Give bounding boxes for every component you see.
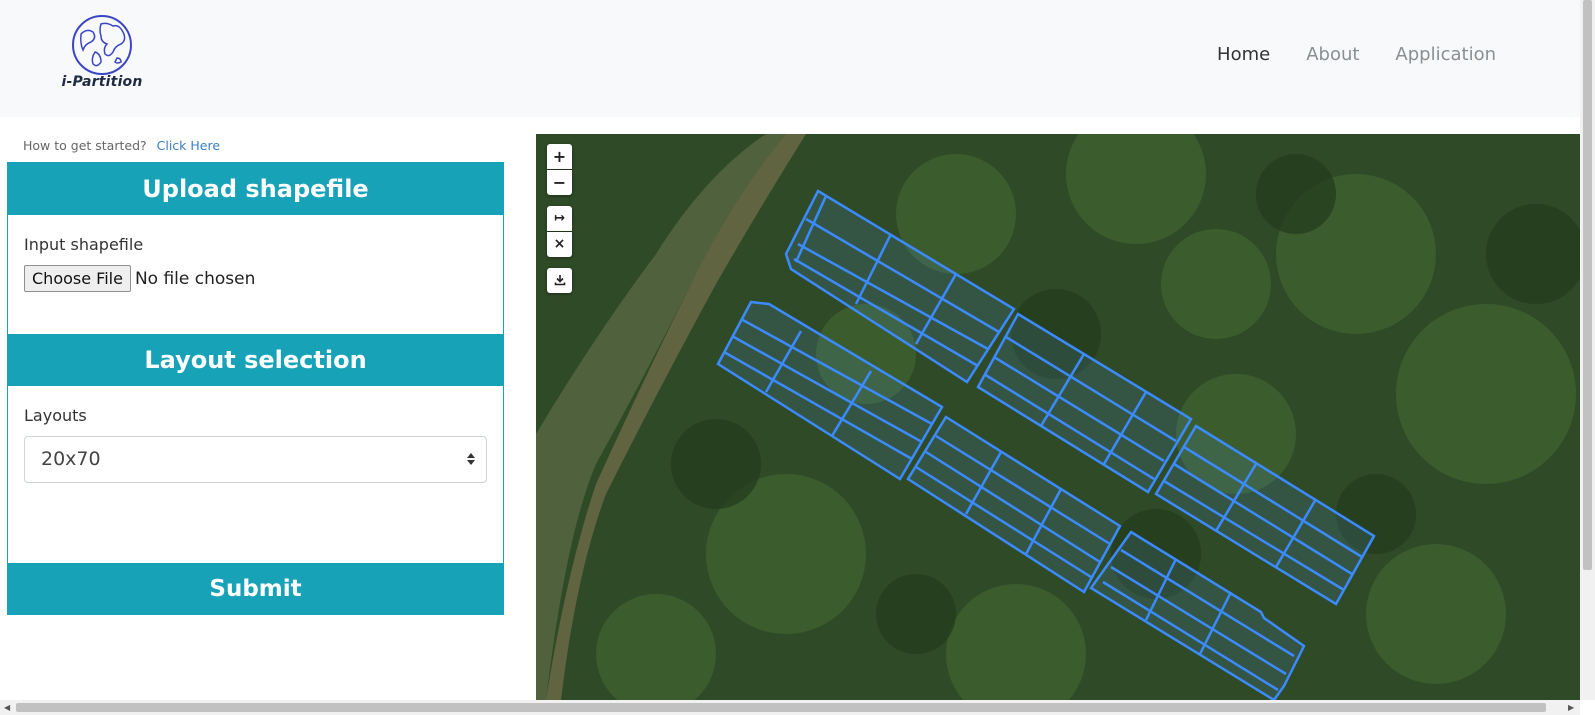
zoom-out-button[interactable]: − [547, 170, 572, 195]
scroll-right-icon[interactable]: ▶ [1568, 703, 1574, 712]
upload-header: Upload shapefile [8, 163, 503, 215]
choose-file-button[interactable]: Choose File [24, 265, 131, 292]
satellite-imagery [536, 134, 1580, 700]
submit-button[interactable]: Submit [7, 563, 504, 615]
zoom-in-button[interactable]: + [547, 144, 572, 169]
clear-button[interactable]: × [547, 232, 572, 257]
help-link[interactable]: Click Here [157, 138, 220, 153]
file-status: No file chosen [134, 268, 256, 289]
layouts-selected-value: 20x70 [41, 448, 101, 470]
nav-about[interactable]: About [1306, 44, 1359, 65]
scroll-left-icon[interactable]: ◀ [4, 703, 10, 712]
layout-header: Layout selection [8, 334, 503, 386]
horizontal-scrollbar-thumb[interactable] [16, 703, 1546, 712]
file-input[interactable]: Choose File No file chosen [24, 265, 255, 292]
nav-home[interactable]: Home [1217, 44, 1270, 65]
brand-name: i-Partition [61, 74, 143, 90]
brand-logo[interactable]: i-Partition [56, 12, 148, 96]
download-button[interactable] [547, 268, 572, 293]
download-icon [554, 275, 565, 286]
select-arrows-icon [467, 453, 475, 465]
nav-application[interactable]: Application [1395, 44, 1496, 65]
layouts-label: Layouts [24, 406, 87, 425]
measure-tool-button[interactable]: ↦ [547, 206, 572, 231]
input-shapefile-label: Input shapefile [24, 235, 144, 254]
vertical-scrollbar-thumb[interactable] [1583, 0, 1592, 570]
help-text: How to get started? Click Here [23, 138, 220, 153]
horizontal-scrollbar[interactable]: ◀ ▶ [0, 700, 1580, 715]
layouts-select[interactable]: 20x70 [24, 436, 487, 483]
globe-icon [72, 15, 132, 75]
control-panel: Upload shapefile Input shapefile Choose … [7, 162, 504, 615]
map-view[interactable]: + − ↦ × [536, 134, 1580, 700]
navbar: i-Partition Home About Application [0, 0, 1580, 117]
nav-links: Home About Application [1217, 44, 1496, 65]
help-prefix: How to get started? [23, 138, 147, 153]
vertical-scrollbar[interactable] [1580, 0, 1595, 700]
